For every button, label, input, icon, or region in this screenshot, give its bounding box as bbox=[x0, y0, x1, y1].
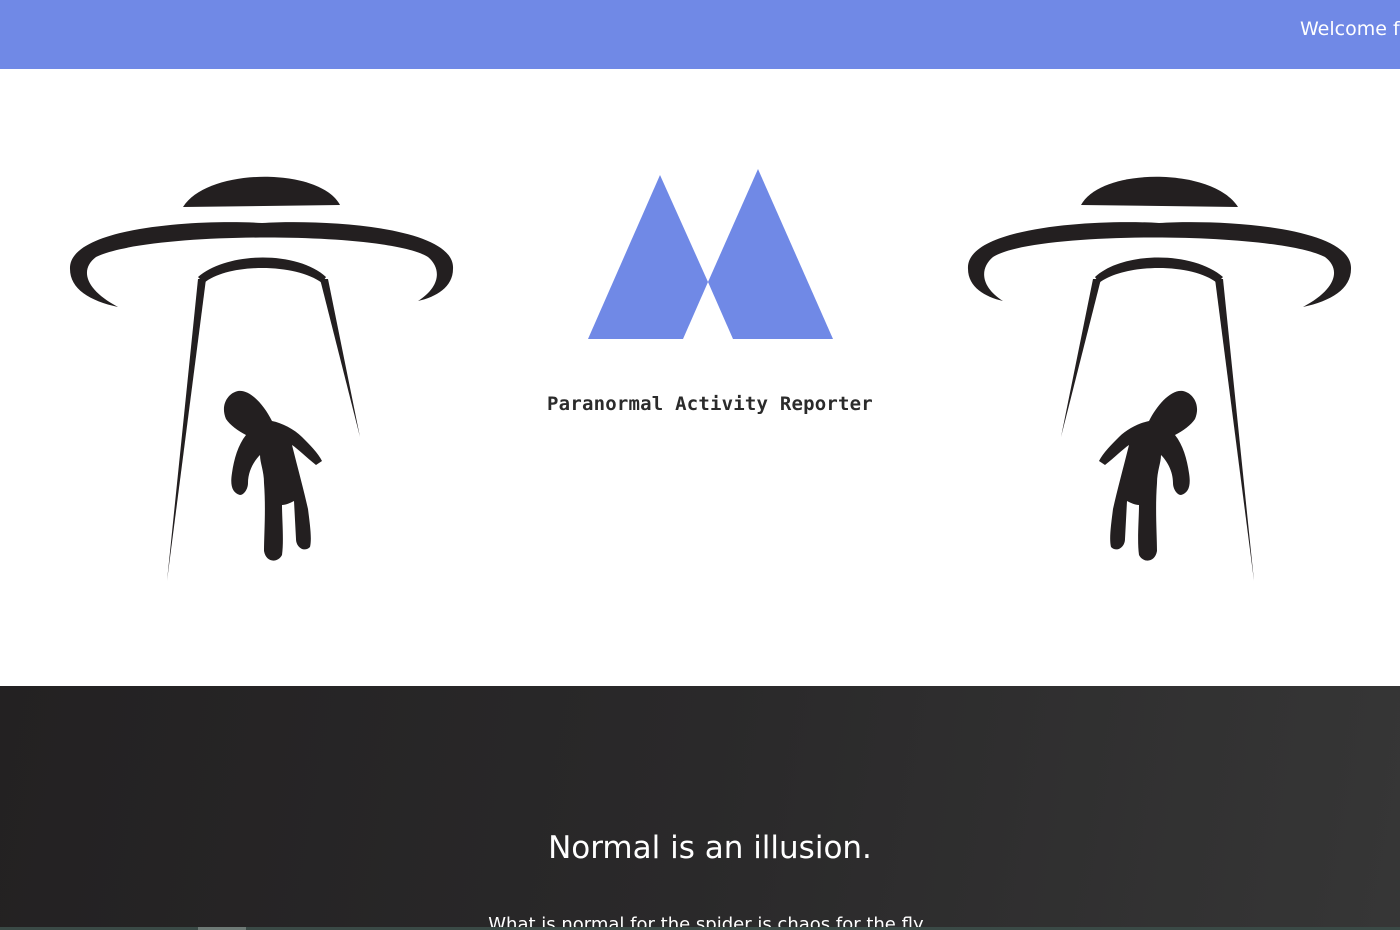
ufo-abduction-icon bbox=[967, 176, 1352, 581]
welcome-text: Welcome f bbox=[1300, 18, 1400, 40]
ufo-abduction-icon bbox=[69, 176, 454, 581]
quote-section: Normal is an illusion. What is normal fo… bbox=[0, 686, 1400, 930]
app-logo bbox=[588, 169, 833, 339]
top-navbar: Welcome f bbox=[0, 0, 1400, 69]
hero-section: Paranormal Activity Reporter bbox=[0, 69, 1400, 686]
quote-headline: Normal is an illusion. bbox=[548, 830, 872, 866]
